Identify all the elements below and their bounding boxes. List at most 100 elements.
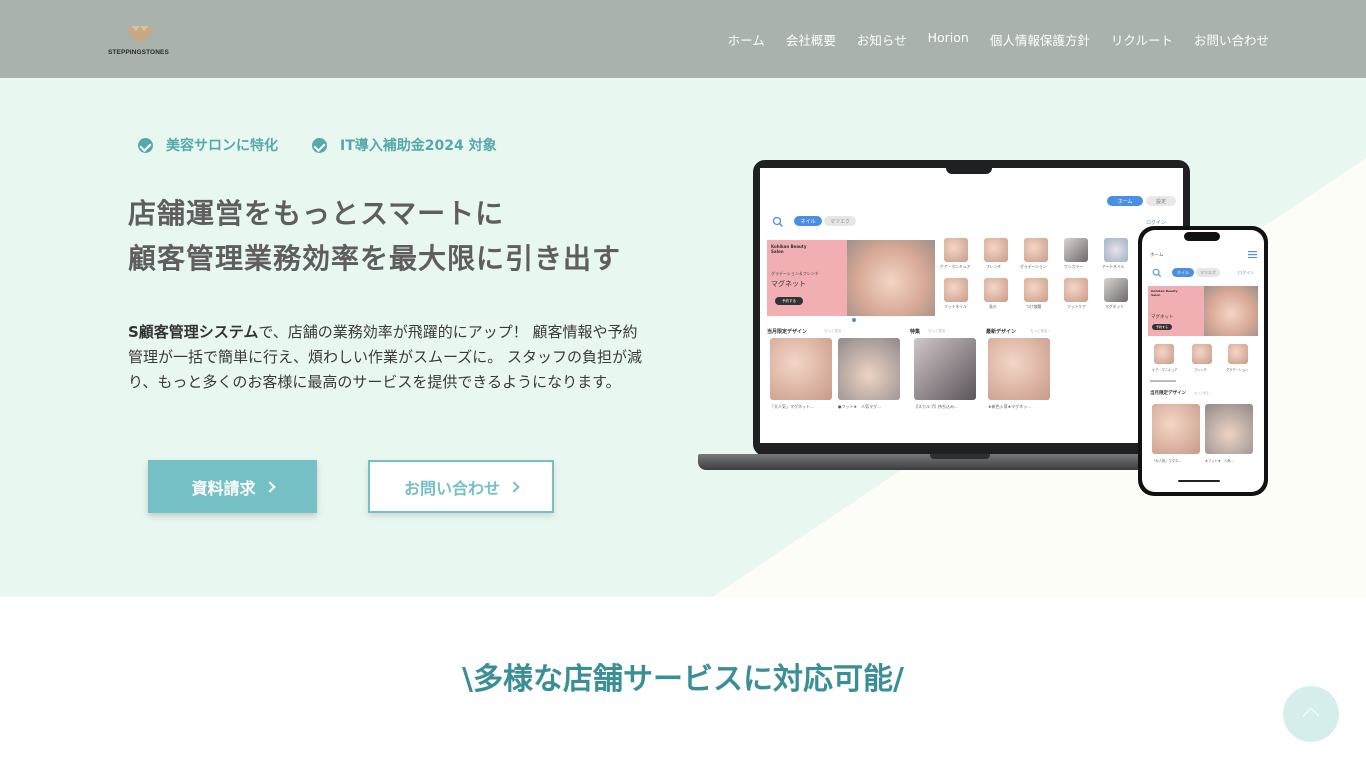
mock-section-label: 当月限定デザイン <box>767 329 808 335</box>
hero-description: S顧客管理システムで、店舗の業務効率が飛躍的にアップ！ 顧客情報や予約管理が一括… <box>128 320 648 395</box>
category-label: ワンカラー <box>1064 264 1083 269</box>
mock-banner-main: マグネット <box>771 280 806 288</box>
phone-tab-nail-label: ネイル <box>1177 269 1189 275</box>
badge-label: 美容サロンに特化 <box>166 138 278 154</box>
category-thumb <box>984 238 1008 262</box>
services-section-title: \多様な店舗サービスに対応可能/ <box>462 662 904 697</box>
category-label: つけ放題 <box>1026 304 1042 309</box>
nav-company[interactable]: 会社概要 <box>786 30 836 49</box>
laptop-mockup: ホーム 設定 ネイル マツエク ログイン Kohikan Beauty Salo… <box>698 160 1192 478</box>
phone-tab-eyelash-label: マツエク <box>1200 269 1216 275</box>
phone-banner-button: 予約する <box>1152 324 1172 330</box>
mock-section-label: 特集 <box>910 329 921 335</box>
chevron-right-icon <box>263 480 276 493</box>
category-thumb <box>1104 278 1128 302</box>
phone-category-thumb <box>1228 344 1248 364</box>
category-label: フレンチ <box>986 264 1002 269</box>
feature-badges: 美容サロンに特化 IT導入補助金2024 対象 <box>138 135 531 155</box>
design-thumb <box>770 338 832 400</box>
category-label: ケア・マニキュア <box>940 264 971 269</box>
mock-banner-button: 予約する <box>775 297 803 305</box>
diamond-logo-icon <box>127 26 153 44</box>
badge-it-subsidy: IT導入補助金2024 対象 <box>312 135 497 155</box>
chevron-right-icon <box>508 480 520 493</box>
menu-icon <box>1248 251 1257 258</box>
phone-category-thumb <box>1154 344 1174 364</box>
mock-banner-sub: グラデーション＆フレンチ <box>771 271 819 276</box>
design-caption: ●フット★ 人気マグ... <box>838 404 881 409</box>
phone-more-link: もっと見る › <box>1194 391 1212 395</box>
request-docs-label: 資料請求 <box>191 478 256 498</box>
mock-tab-nail: ネイル <box>794 216 822 226</box>
design-caption: 【スカルプ】持ち込み... <box>914 404 958 409</box>
category-label: 長爪 <box>989 304 997 309</box>
phone-dynamic-island <box>1184 232 1220 241</box>
phone-home-label: ホーム <box>1150 253 1164 258</box>
category-label: マグネット <box>1105 304 1124 309</box>
mock-tab-home-label: ホーム <box>1117 198 1133 205</box>
nav-recruit[interactable]: リクルート <box>1111 30 1173 49</box>
check-circle-icon <box>312 137 327 153</box>
phone-banner: Kohikan Beauty Salon マグネット 予約する <box>1148 286 1204 336</box>
check-circle-icon <box>138 137 153 153</box>
mock-banner-salon: Kohikan Beauty Salon <box>771 244 807 254</box>
design-caption: 「大人気」マグネット... <box>770 404 814 409</box>
hero-section: 美容サロンに特化 IT導入補助金2024 対象 店舗運営をもっとスマートに 顧客… <box>0 78 1366 597</box>
nav-home[interactable]: ホーム <box>728 30 765 49</box>
brand-logo[interactable]: STEPPINGSTONES <box>108 26 172 60</box>
mock-more-link: もっと見る › <box>1030 329 1051 333</box>
phone-divider <box>1150 380 1176 382</box>
headline-line-2: 顧客管理業務効率を最大限に引き出す <box>128 242 622 275</box>
mock-tab-nail-label: ネイル <box>800 218 816 225</box>
mock-more-link: もっと見る › <box>824 329 845 333</box>
phone-banner-salon: Kohikan Beauty Salon <box>1151 289 1178 297</box>
mock-banner: Kohikan Beauty Salon グラデーション＆フレンチ マグネット … <box>767 240 847 316</box>
category-thumb <box>944 278 968 302</box>
mock-more-link: もっと見る › <box>928 329 949 333</box>
mock-tab-settings-label: 設定 <box>1155 198 1166 205</box>
phone-mockup: ホーム ネイル マツエク ログイン Kohikan Beauty Salon マ… <box>1138 226 1268 496</box>
nav-contact[interactable]: お問い合わせ <box>1194 30 1269 49</box>
category-thumb <box>1024 278 1048 302</box>
phone-design-thumb <box>1205 404 1253 454</box>
nav-privacy[interactable]: 個人情報保護方針 <box>990 30 1090 49</box>
mock-banner-button-label: 予約する <box>782 298 796 303</box>
phone-category-thumb <box>1192 344 1212 364</box>
phone-banner-photo <box>1204 286 1258 336</box>
design-thumb <box>914 338 976 400</box>
mock-banner-photo <box>847 240 935 316</box>
laptop-screen: ホーム 設定 ネイル マツエク ログイン Kohikan Beauty Salo… <box>760 168 1183 443</box>
contact-button[interactable]: お問い合わせ <box>368 460 554 513</box>
main-nav: ホーム 会社概要 お知らせ Horion 個人情報保護方針 リクルート お問い合… <box>707 30 1269 49</box>
phone-banner-button-label: 予約する <box>1155 325 1168 329</box>
phone-login: ログイン <box>1238 270 1254 275</box>
mock-tab-eyelash-label: マツエク <box>829 218 850 225</box>
category-label: アートネイル <box>1102 264 1125 269</box>
mock-login: ログイン <box>1146 220 1167 226</box>
hero-headline: 店舗運営をもっとスマートに 顧客管理業務効率を最大限に引き出す <box>128 191 621 281</box>
category-thumb <box>1064 238 1088 262</box>
contact-label: お問い合わせ <box>403 478 500 498</box>
badge-beauty-salon: 美容サロンに特化 <box>138 135 278 155</box>
design-thumb <box>988 338 1050 400</box>
phone-design-thumb <box>1152 404 1200 454</box>
phone-tab-nail: ネイル <box>1172 268 1194 277</box>
phone-banner-main: マグネット <box>1151 315 1174 320</box>
phone-tab-eyelash: マツエク <box>1196 268 1220 277</box>
laptop-groove <box>930 454 990 459</box>
phone-home-indicator <box>1178 480 1220 482</box>
phone-design-caption: 「大人気」マグネ... <box>1152 459 1182 463</box>
nav-horion[interactable]: Horion <box>928 30 969 49</box>
category-label: フットネイル <box>944 304 967 309</box>
request-docs-button[interactable]: 資料請求 <box>148 460 317 513</box>
laptop-camera-notch <box>946 162 992 174</box>
category-thumb <box>1064 278 1088 302</box>
nav-news[interactable]: お知らせ <box>857 30 907 49</box>
category-thumb <box>1024 238 1048 262</box>
search-icon <box>772 216 783 227</box>
mock-tab-eyelash: マツエク <box>824 216 856 226</box>
category-label: フットケア <box>1067 304 1086 309</box>
headline-line-1: 店舗運営をもっとスマートに <box>128 197 505 230</box>
phone-section-label: 当月限定デザイン <box>1150 391 1186 396</box>
scroll-to-top-button[interactable] <box>1283 686 1339 742</box>
